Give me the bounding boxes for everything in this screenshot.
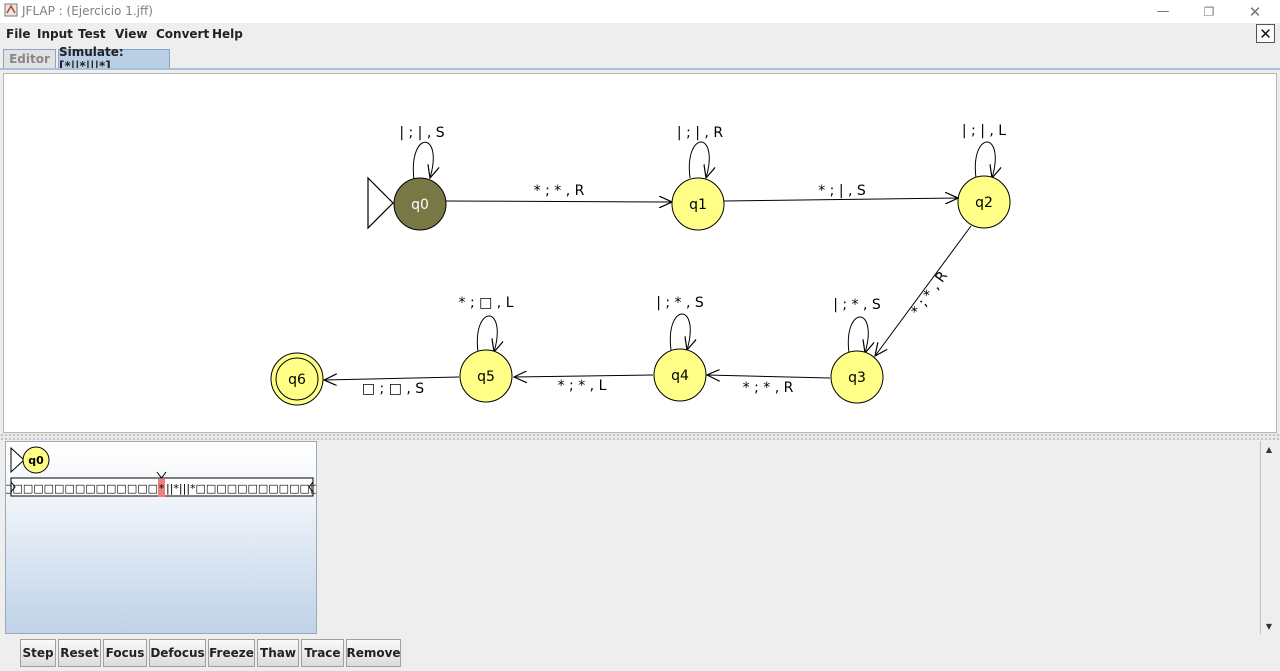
edge-q4-q5	[514, 375, 654, 377]
loop-q5	[476, 315, 497, 352]
split-pane-divider[interactable]	[0, 433, 1280, 440]
tape-right: ||*|||*□□□□□□□□□□□□	[166, 482, 316, 495]
tab-simulate[interactable]: Simulate: [*||*|||*]	[58, 45, 170, 73]
label-q4-q5: * ; * , L	[558, 378, 607, 394]
menu-view[interactable]: View	[115, 27, 147, 41]
configuration-card[interactable]: q0 □□□□□□□□□□□□□□□□ * ||*|||*□□□□□□□□□□□…	[5, 441, 317, 634]
edge-q5-q6	[324, 377, 460, 380]
tape-head-pointer	[156, 471, 167, 479]
menu-file[interactable]: File	[6, 27, 31, 41]
label-q1-q1: | ; | , R	[677, 125, 723, 141]
label-q1-q2: * ; | , S	[818, 183, 866, 199]
label-q0-q1: * ; * , R	[534, 183, 585, 199]
menu-bar: File Input Test View Convert Help	[0, 23, 1280, 45]
loop-q4	[669, 313, 690, 350]
automaton-diagram: | ; | , S * ; * , R | ; | , R * ; | , S …	[270, 123, 1011, 406]
state-q4[interactable]: q4	[653, 348, 707, 402]
reset-button[interactable]: Reset	[58, 639, 101, 667]
minimize-button[interactable]: —	[1140, 0, 1186, 23]
label-q5-q5: * ; □ , L	[459, 295, 514, 311]
label-q3-q3: | ; * , S	[833, 297, 881, 313]
jflap-app-icon	[4, 3, 18, 17]
config-state-label: q0	[28, 454, 44, 467]
close-document-button[interactable]: ✕	[1256, 24, 1275, 43]
thaw-button[interactable]: Thaw	[257, 639, 299, 667]
scroll-up-button[interactable]: ▲	[1261, 442, 1277, 456]
configuration-graphic: q0 □□□□□□□□□□□□□□□□ * ||*|||*□□□□□□□□□□□…	[6, 446, 316, 497]
menu-convert[interactable]: Convert	[156, 27, 209, 41]
edge-q0-q1	[445, 201, 672, 202]
loop-q3	[847, 316, 868, 353]
state-q1[interactable]: q1	[671, 177, 725, 231]
state-q1-label: q1	[689, 197, 707, 213]
state-q4-label: q4	[671, 368, 689, 384]
tab-strip: Editor Simulate: [*||*|||*]	[0, 45, 1280, 73]
freeze-button[interactable]: Freeze	[208, 639, 255, 667]
close-window-button[interactable]: ✕	[1232, 0, 1278, 23]
maximize-button[interactable]: ❐	[1186, 0, 1232, 23]
window-titlebar: JFLAP : (Ejercicio 1.jff) — ❐ ✕	[0, 0, 1280, 23]
label-q5-q6: □ ; □ , S	[362, 381, 424, 397]
step-button[interactable]: Step	[20, 639, 56, 667]
configuration-scrollbar[interactable]: ▲ ▼	[1260, 441, 1276, 634]
loop-q2	[974, 141, 995, 178]
initial-state-marker	[367, 176, 394, 230]
remove-button[interactable]: Remove	[346, 639, 401, 667]
label-q4-q4: | ; * , S	[656, 295, 704, 311]
state-q3[interactable]: q3	[830, 350, 884, 404]
label-q2-q2: | ; | , L	[962, 123, 1006, 139]
state-q5[interactable]: q5	[459, 349, 513, 403]
state-q5-label: q5	[477, 369, 495, 385]
state-q2[interactable]: q2	[957, 175, 1011, 229]
state-q6[interactable]: q6	[270, 352, 324, 406]
state-q0[interactable]: q0	[393, 177, 447, 231]
state-q3-label: q3	[848, 370, 866, 386]
loop-q1	[688, 141, 709, 178]
config-initial-marker	[10, 446, 25, 474]
trace-button[interactable]: Trace	[301, 639, 344, 667]
tape-left: □□□□□□□□□□□□□□□□	[6, 482, 158, 495]
scroll-down-button[interactable]: ▼	[1261, 619, 1277, 633]
state-q2-label: q2	[975, 195, 993, 211]
focus-button[interactable]: Focus	[103, 639, 147, 667]
label-q0-q0: | ; | , S	[399, 125, 444, 141]
defocus-button[interactable]: Defocus	[149, 639, 206, 667]
tape-head: *	[159, 482, 165, 495]
edge-q3-q4	[707, 375, 831, 378]
label-q3-q4: * ; * , R	[743, 380, 794, 396]
loop-q0	[412, 141, 433, 181]
tab-editor[interactable]: Editor	[3, 49, 56, 68]
menu-test[interactable]: Test	[78, 27, 106, 41]
label-q2-q3: * ; * , R	[908, 268, 951, 319]
window-title: JFLAP : (Ejercicio 1.jff)	[22, 4, 153, 18]
simulator-button-bar: Step Reset Focus Defocus Freeze Thaw Tra…	[0, 636, 1280, 671]
menu-help[interactable]: Help	[212, 27, 243, 41]
state-q6-label: q6	[288, 372, 306, 388]
automaton-canvas[interactable]: | ; | , S * ; * , R | ; | , R * ; | , S …	[3, 73, 1277, 433]
menu-input[interactable]: Input	[37, 27, 73, 41]
state-q0-label: q0	[411, 197, 429, 213]
